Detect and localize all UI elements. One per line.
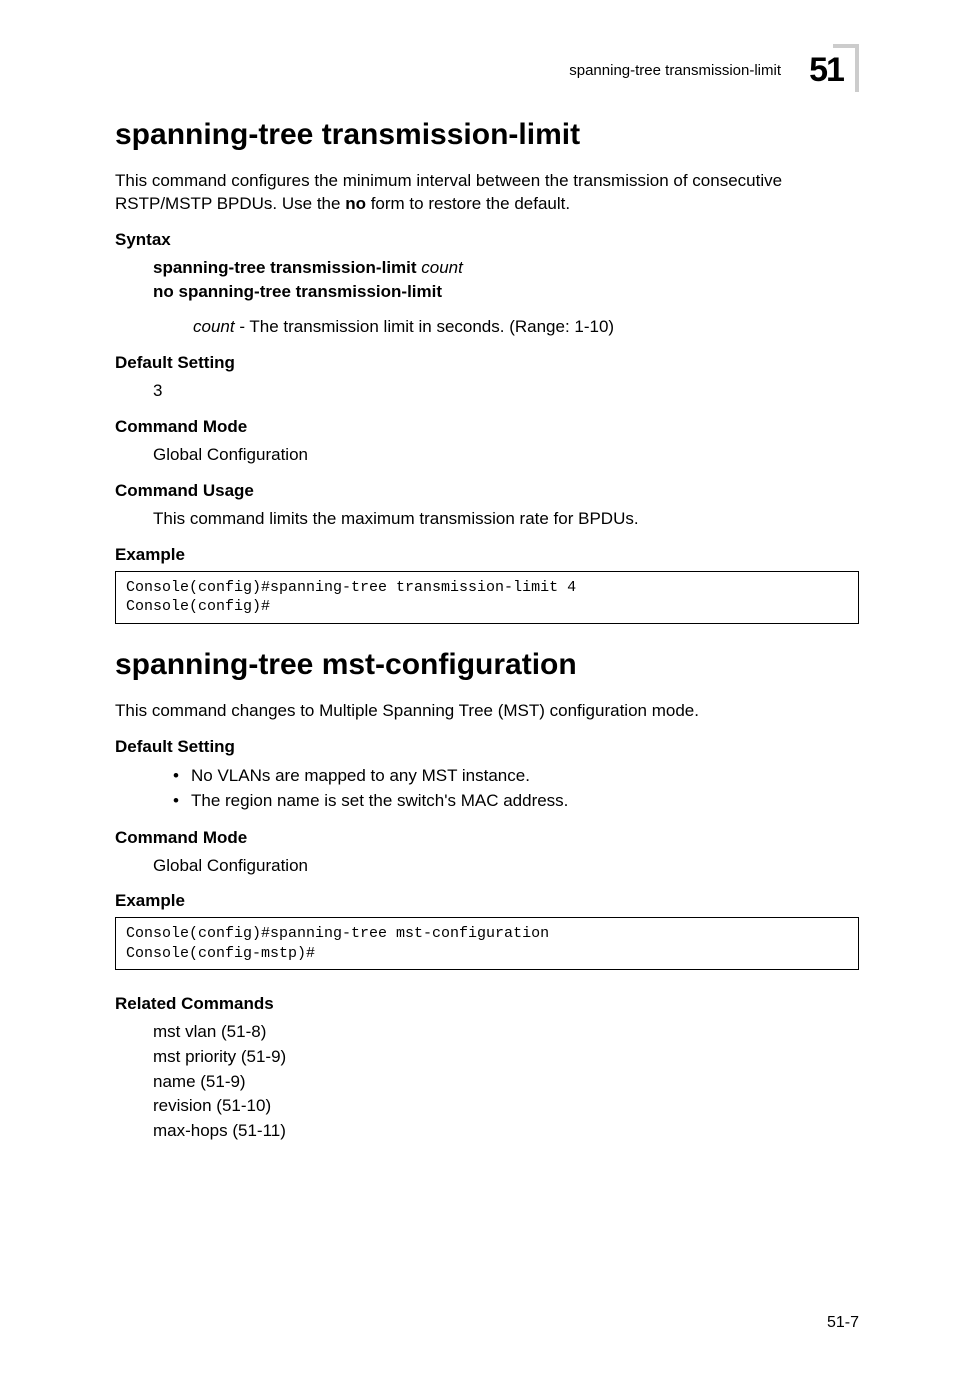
page-header: spanning-tree transmission-limit 51 bbox=[115, 50, 859, 90]
example-code-2: Console(config)#spanning-tree mst-config… bbox=[115, 917, 859, 970]
syntax-param-desc: count - The transmission limit in second… bbox=[193, 315, 859, 339]
usage-heading: Command Usage bbox=[115, 481, 859, 501]
cmdmode-heading-1: Command Mode bbox=[115, 417, 859, 437]
default-bullets: No VLANs are mapped to any MST instance.… bbox=[173, 763, 859, 814]
intro-no-keyword: no bbox=[345, 194, 366, 213]
param-desc: - The transmission limit in seconds. (Ra… bbox=[235, 317, 615, 336]
bullet-item: The region name is set the switch's MAC … bbox=[173, 788, 859, 814]
cmdmode-value-1: Global Configuration bbox=[153, 443, 859, 467]
chapter-badge: 51 bbox=[793, 50, 859, 90]
syntax-cmd-param: count bbox=[417, 258, 463, 277]
related-item: revision (51-10) bbox=[153, 1094, 859, 1119]
related-heading: Related Commands bbox=[115, 994, 859, 1014]
default-value-1: 3 bbox=[153, 379, 859, 403]
section1-intro: This command configures the minimum inte… bbox=[115, 170, 859, 216]
default-heading-1: Default Setting bbox=[115, 353, 859, 373]
section2-intro: This command changes to Multiple Spannin… bbox=[115, 700, 859, 723]
default-heading-2: Default Setting bbox=[115, 737, 859, 757]
section2-title: spanning-tree mst-configuration bbox=[115, 648, 859, 682]
syntax-line-no: no spanning-tree transmission-limit bbox=[153, 280, 859, 304]
example-code-1: Console(config)#spanning-tree transmissi… bbox=[115, 571, 859, 624]
section1-title: spanning-tree transmission-limit bbox=[115, 118, 859, 152]
example-heading-1: Example bbox=[115, 545, 859, 565]
cmdmode-heading-2: Command Mode bbox=[115, 828, 859, 848]
cmdmode-value-2: Global Configuration bbox=[153, 854, 859, 878]
intro-text-b: form to restore the default. bbox=[366, 194, 570, 213]
syntax-cmd-bold: spanning-tree transmission-limit bbox=[153, 258, 417, 277]
related-item: name (51-9) bbox=[153, 1070, 859, 1095]
running-title: spanning-tree transmission-limit bbox=[569, 62, 781, 79]
related-item: mst priority (51-9) bbox=[153, 1045, 859, 1070]
related-item: max-hops (51-11) bbox=[153, 1119, 859, 1144]
syntax-line-1: spanning-tree transmission-limit count bbox=[153, 256, 859, 280]
page-number: 51-7 bbox=[827, 1314, 859, 1332]
related-item: mst vlan (51-8) bbox=[153, 1020, 859, 1045]
chapter-number: 51 bbox=[809, 53, 843, 87]
usage-value: This command limits the maximum transmis… bbox=[153, 507, 859, 531]
syntax-heading: Syntax bbox=[115, 230, 859, 250]
badge-side-bar bbox=[855, 48, 859, 92]
param-name: count bbox=[193, 317, 235, 336]
example-heading-2: Example bbox=[115, 891, 859, 911]
bullet-item: No VLANs are mapped to any MST instance. bbox=[173, 763, 859, 789]
related-commands-list: mst vlan (51-8) mst priority (51-9) name… bbox=[153, 1020, 859, 1143]
